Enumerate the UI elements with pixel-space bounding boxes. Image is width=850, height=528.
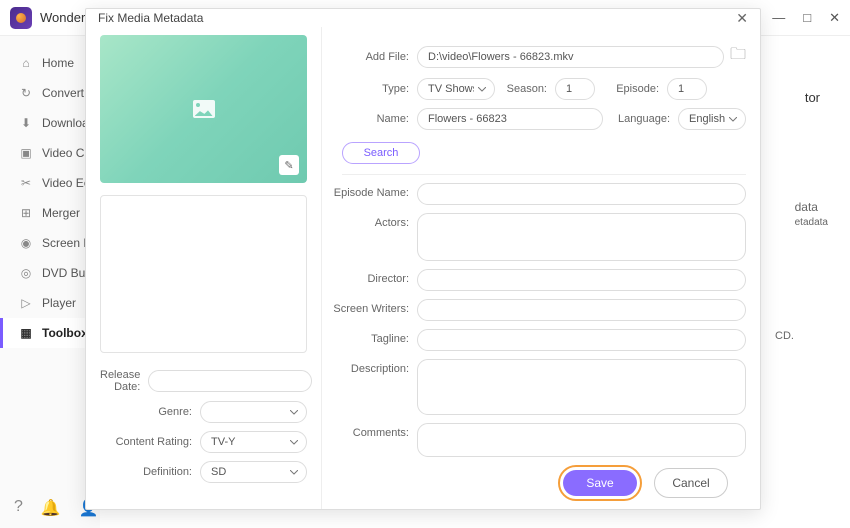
dvd-icon: ◎	[18, 265, 34, 281]
sidebar-item-label: Downloa	[42, 116, 89, 130]
metadata-modal: Fix Media Metadata ✕ ✎ Release Date: Gen…	[85, 8, 761, 510]
edit-cover-icon[interactable]: ✎	[279, 155, 299, 175]
scissors-icon: ✂	[18, 175, 34, 191]
left-fields: Release Date: Genre: Content Rating: TV-…	[100, 361, 307, 483]
name-input[interactable]	[417, 108, 603, 130]
description-input[interactable]	[417, 359, 746, 415]
minimize-button[interactable]: —	[772, 10, 785, 26]
type-select[interactable]: TV Shows	[417, 78, 495, 100]
close-icon[interactable]: ✕	[736, 10, 748, 27]
release-date-label: Release Date:	[100, 369, 148, 393]
director-input[interactable]	[417, 269, 746, 291]
content-rating-select[interactable]: TV-Y	[200, 431, 307, 453]
add-file-input[interactable]	[417, 46, 724, 68]
screen-writers-input[interactable]	[417, 299, 746, 321]
search-button[interactable]: Search	[342, 142, 420, 164]
episode-name-label: Episode Name:	[322, 183, 417, 199]
tagline-input[interactable]	[417, 329, 746, 351]
add-file-label: Add File:	[322, 51, 417, 63]
comments-input[interactable]	[417, 423, 746, 457]
name-label: Name:	[322, 113, 417, 125]
maximize-button[interactable]: □	[803, 10, 811, 26]
preview-box	[100, 195, 307, 353]
content-rating-label: Content Rating:	[100, 436, 200, 448]
sidebar-item-label: Toolbox	[42, 326, 88, 340]
sidebar-item-label: Player	[42, 296, 76, 310]
fields-scroll: Episode Name: Actors: Director: Screen W…	[322, 175, 746, 457]
sidebar-item-label: Video Co	[42, 146, 91, 160]
image-placeholder-icon	[193, 100, 215, 118]
language-label: Language:	[603, 113, 678, 125]
episode-input[interactable]	[667, 78, 707, 100]
cancel-button[interactable]: Cancel	[654, 468, 728, 498]
record-icon: ◉	[18, 235, 34, 251]
play-icon: ▷	[18, 295, 34, 311]
window-controls: — □ ✕	[772, 10, 840, 26]
definition-label: Definition:	[100, 466, 200, 478]
grid-icon: ▦	[18, 325, 34, 341]
type-label: Type:	[322, 83, 417, 95]
sidebar-item-label: Convert	[42, 86, 84, 100]
modal-header: Fix Media Metadata ✕	[86, 9, 760, 27]
director-label: Director:	[322, 269, 417, 285]
language-select[interactable]: English	[678, 108, 746, 130]
left-column: ✎ Release Date: Genre: Content Rating: T…	[86, 27, 321, 509]
folder-icon[interactable]: 🗀	[730, 43, 746, 70]
genre-label: Genre:	[100, 406, 200, 418]
app-title: Wonder	[40, 10, 85, 25]
bg-fragment: tor	[805, 90, 820, 105]
description-label: Description:	[322, 359, 417, 375]
actors-label: Actors:	[322, 213, 417, 229]
tagline-label: Tagline:	[322, 329, 417, 345]
right-column: Add File: 🗀 Type: TV Shows Season: Episo…	[321, 27, 760, 509]
merger-icon: ⊞	[18, 205, 34, 221]
sidebar-item-label: Video Ec	[42, 176, 90, 190]
main-window: Wonder — □ ✕ ⌂ Home ↻ Convert ⬇ Downloa ▣ Vi…	[0, 0, 850, 528]
video-compress-icon: ▣	[18, 145, 34, 161]
release-date-input[interactable]	[148, 370, 312, 392]
bell-icon[interactable]: 🔔	[41, 498, 61, 518]
bg-fragment: dataetadata	[795, 200, 828, 228]
cover-thumbnail[interactable]: ✎	[100, 35, 307, 183]
season-input[interactable]	[555, 78, 595, 100]
bg-fragment: CD.	[775, 330, 794, 342]
sidebar-item-label: DVD Bu	[42, 266, 85, 280]
sidebar-item-label: Home	[42, 56, 74, 70]
app-logo	[10, 7, 32, 29]
season-label: Season:	[495, 83, 555, 95]
sidebar-item-label: Merger	[42, 206, 80, 220]
convert-icon: ↻	[18, 85, 34, 101]
modal-footer: Save Cancel	[322, 457, 746, 509]
save-button[interactable]: Save	[563, 470, 637, 496]
episode-name-input[interactable]	[417, 183, 746, 205]
home-icon: ⌂	[18, 55, 34, 71]
window-close-button[interactable]: ✕	[829, 10, 840, 26]
save-button-highlight: Save	[558, 465, 642, 501]
definition-select[interactable]: SD	[200, 461, 307, 483]
download-icon: ⬇	[18, 115, 34, 131]
help-icon[interactable]: ?	[14, 498, 23, 518]
modal-body: ✎ Release Date: Genre: Content Rating: T…	[86, 27, 760, 509]
screen-writers-label: Screen Writers:	[322, 299, 417, 315]
episode-label: Episode:	[595, 83, 667, 95]
modal-title: Fix Media Metadata	[98, 11, 203, 25]
genre-select[interactable]	[200, 401, 307, 423]
actors-input[interactable]	[417, 213, 746, 261]
comments-label: Comments:	[322, 423, 417, 439]
